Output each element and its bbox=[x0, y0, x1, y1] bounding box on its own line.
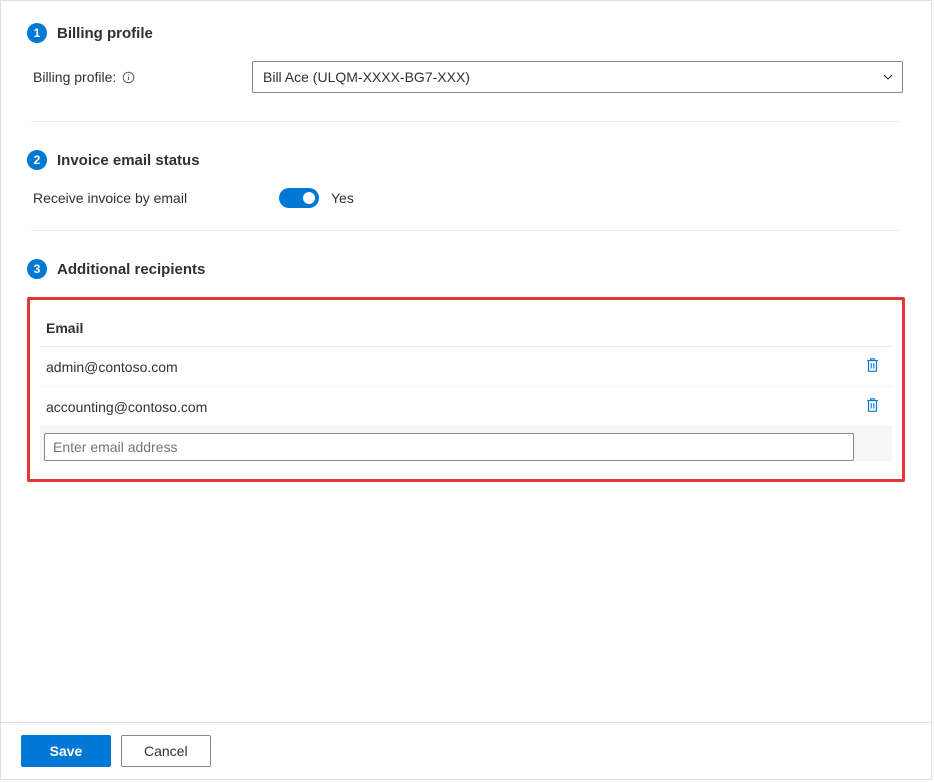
recipient-row: admin@contoso.com bbox=[40, 347, 892, 387]
recipient-email: admin@contoso.com bbox=[46, 359, 178, 375]
billing-profile-label: Billing profile: bbox=[27, 69, 252, 85]
receive-invoice-toggle-value: Yes bbox=[331, 190, 354, 206]
divider-2 bbox=[31, 230, 901, 231]
step-badge-3: 3 bbox=[27, 259, 47, 279]
recipient-row: accounting@contoso.com bbox=[40, 387, 892, 427]
trash-icon bbox=[865, 357, 880, 376]
billing-profile-select-value: Bill Ace (ULQM-XXXX-BG7-XXX) bbox=[263, 69, 470, 85]
footer-bar: Save Cancel bbox=[1, 722, 931, 779]
billing-profile-label-text: Billing profile: bbox=[33, 69, 116, 85]
section-title-invoice-email: Invoice email status bbox=[57, 152, 200, 169]
info-icon[interactable] bbox=[122, 71, 135, 84]
section-invoice-email-header: 2 Invoice email status bbox=[27, 150, 905, 170]
section-title-recipients: Additional recipients bbox=[57, 261, 205, 278]
receive-invoice-row: Receive invoice by email Yes bbox=[27, 188, 905, 208]
add-recipient-row bbox=[40, 427, 892, 461]
step-badge-2: 2 bbox=[27, 150, 47, 170]
trash-icon bbox=[865, 397, 880, 416]
billing-profile-select[interactable]: Bill Ace (ULQM-XXXX-BG7-XXX) bbox=[252, 61, 903, 93]
content-area: 1 Billing profile Billing profile: Bill … bbox=[1, 1, 931, 482]
chevron-down-icon bbox=[882, 71, 894, 83]
billing-profile-field-row: Billing profile: Bill Ace (ULQM-XXXX-BG7… bbox=[27, 61, 905, 93]
delete-recipient-button[interactable] bbox=[859, 395, 886, 418]
section-recipients-header: 3 Additional recipients bbox=[27, 259, 905, 279]
step-badge-1: 1 bbox=[27, 23, 47, 43]
divider-1 bbox=[31, 121, 901, 122]
receive-invoice-label: Receive invoice by email bbox=[33, 190, 279, 206]
cancel-button[interactable]: Cancel bbox=[121, 735, 211, 767]
settings-page: 1 Billing profile Billing profile: Bill … bbox=[0, 0, 932, 780]
receive-invoice-toggle[interactable] bbox=[279, 188, 319, 208]
add-recipient-input[interactable] bbox=[44, 433, 854, 461]
section-title-billing-profile: Billing profile bbox=[57, 25, 153, 42]
recipient-email: accounting@contoso.com bbox=[46, 399, 207, 415]
delete-recipient-button[interactable] bbox=[859, 355, 886, 378]
section-billing-profile-header: 1 Billing profile bbox=[27, 23, 905, 43]
save-button[interactable]: Save bbox=[21, 735, 111, 767]
recipients-table: Email admin@contoso.com bbox=[27, 297, 905, 482]
recipients-column-header: Email bbox=[40, 314, 892, 347]
